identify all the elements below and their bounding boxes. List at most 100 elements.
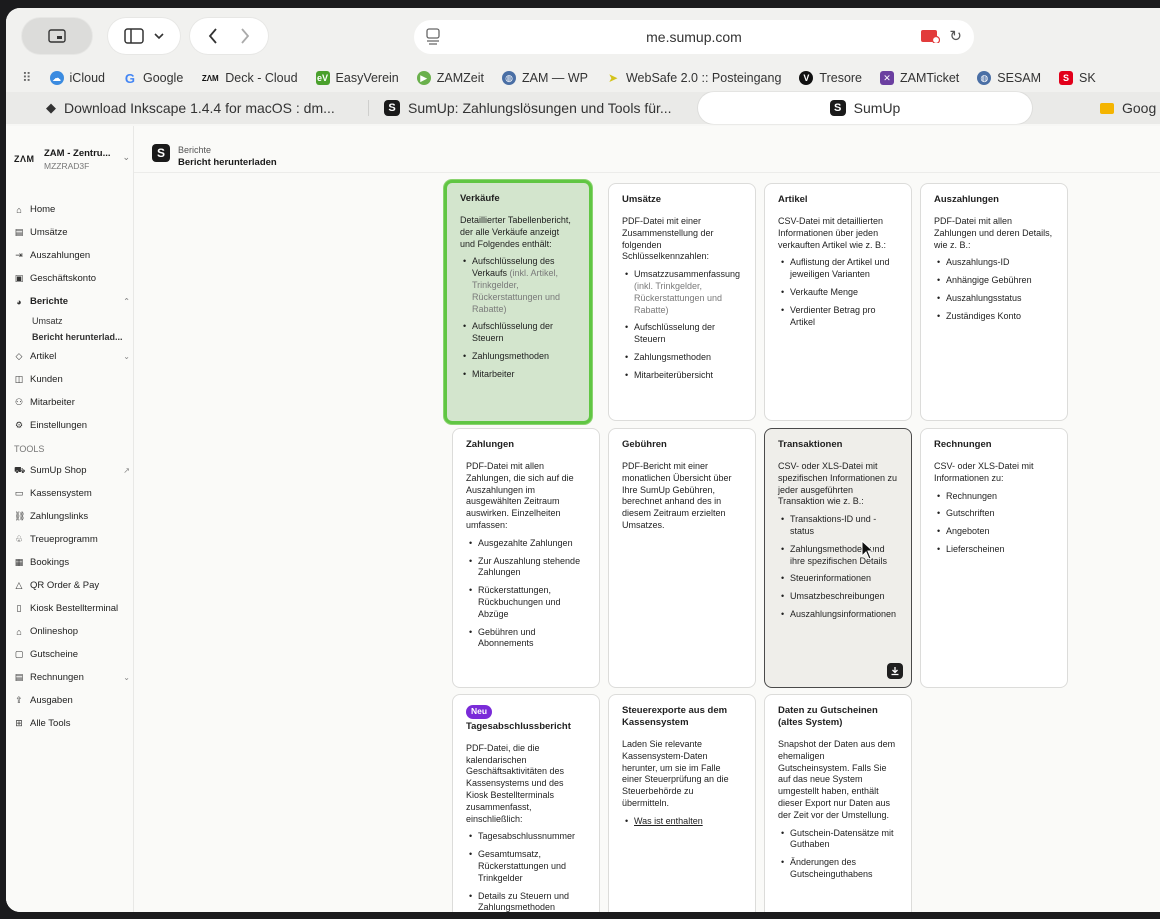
- ticket-icon: ✕: [880, 71, 895, 85]
- sidebar-subitem-bericht-herunterladen[interactable]: Bericht herunterlad...: [14, 329, 130, 345]
- reload-icon[interactable]: ↻: [949, 27, 962, 45]
- sidebar-item-sumup-shop[interactable]: ⛟ SumUp Shop ↗: [14, 459, 130, 482]
- sidebar-icon: [124, 28, 144, 44]
- expenses-icon: ⇪: [15, 695, 23, 705]
- tab-overview-button[interactable]: [22, 18, 92, 54]
- sumup-logo-icon: S: [829, 100, 846, 116]
- sidebar-item-umsaetze[interactable]: ▤ Umsätze: [14, 221, 130, 244]
- report-card-steuerexporte[interactable]: Steuerexporte aus dem Kassensystem Laden…: [608, 694, 756, 912]
- bookmark-tresore[interactable]: V Tresore: [799, 71, 862, 85]
- header-divider: [134, 172, 1160, 173]
- payout-icon: ⇥: [15, 250, 23, 260]
- loyalty-icon: ♧: [14, 534, 24, 544]
- bookmark-deck-cloud[interactable]: ZΛM Deck - Cloud: [201, 71, 298, 85]
- password-key-icon[interactable]: [920, 29, 940, 43]
- main-content: S Berichte Bericht herunterladen Verkäuf…: [134, 126, 1160, 912]
- sidebar-item-treueprogramm[interactable]: ♧ Treueprogramm: [14, 528, 130, 551]
- report-card-umsaetze[interactable]: Umsätze PDF-Datei mit einer Zusammenstel…: [608, 183, 756, 421]
- sidebar-item-alle-tools[interactable]: ⊞ Alle Tools: [14, 712, 130, 735]
- tab-google[interactable]: Goog: [1100, 92, 1160, 124]
- tab-inkscape[interactable]: ◆ Download Inkscape 1.4.4 for macOS : dm…: [46, 92, 356, 124]
- forward-arrow-icon[interactable]: [240, 28, 250, 44]
- sidebar-item-einstellungen[interactable]: ⚙ Einstellungen: [14, 414, 130, 437]
- zam-logo-icon: ZΛM: [201, 73, 219, 83]
- mouse-cursor-icon: [861, 540, 875, 560]
- report-card-transaktionen[interactable]: Transaktionen CSV- oder XLS-Datei mit sp…: [764, 428, 912, 688]
- sumup-logo-icon: S: [384, 100, 400, 116]
- history-nav: [190, 18, 268, 54]
- store-icon: ⌂: [16, 626, 22, 637]
- websafe-icon: ➤: [607, 71, 618, 85]
- sidebar-item-auszahlungen[interactable]: ⇥ Auszahlungen: [14, 244, 130, 267]
- sidebar-nav: ⌂ Home ▤ Umsätze ⇥ Auszahlungen ▣ Geschäftsk…: [14, 198, 130, 735]
- kiosk-icon: ▯: [16, 603, 22, 613]
- sidebar-item-ausgaben[interactable]: ⇪ Ausgaben: [14, 689, 130, 712]
- bookmark-zamzeit[interactable]: ▶ ZAMZeit: [416, 71, 484, 85]
- report-card-auszahlungen[interactable]: Auszahlungen PDF-Datei mit allen Zahlung…: [920, 183, 1068, 421]
- sidebar-item-geschaeftskonto[interactable]: ▣ Geschäftskonto: [14, 267, 130, 290]
- sidebar-toggle-button[interactable]: [108, 18, 180, 54]
- account-icon: ▣: [14, 273, 24, 283]
- org-logo: ZΛM: [14, 154, 35, 164]
- org-switcher[interactable]: ZΛM ZAM - Zentru... MZZRAD3F ⌄: [14, 142, 130, 176]
- tab-sumup-info[interactable]: S SumUp: Zahlungslösungen und Tools für.…: [384, 92, 690, 124]
- was-ist-enthalten-link[interactable]: Was ist enthalten: [634, 816, 703, 826]
- sidebar-item-berichte[interactable]: ◕ Berichte ⌃: [14, 290, 130, 313]
- sidebar-item-onlineshop[interactable]: ⌂ Onlineshop: [14, 620, 130, 643]
- qr-icon: △: [15, 580, 23, 590]
- pos-icon: ▭: [14, 488, 24, 498]
- bookmark-websafe[interactable]: ➤ WebSafe 2.0 :: Posteingang: [606, 71, 781, 85]
- address-bar[interactable]: me.sumup.com ↻: [414, 20, 974, 54]
- sidebar-item-kiosk[interactable]: ▯ Kiosk Bestellterminal: [14, 597, 130, 620]
- bookmark-google[interactable]: G Google: [123, 71, 183, 86]
- tab-sumup-active[interactable]: S SumUp: [698, 92, 1032, 124]
- sidebar-item-qr-order[interactable]: △ QR Order & Pay: [14, 574, 130, 597]
- url-text: me.sumup.com: [646, 29, 742, 45]
- sidebar-item-zahlungslinks[interactable]: ⛓ Zahlungslinks: [14, 505, 130, 528]
- sidebar-item-bookings[interactable]: ▦ Bookings: [14, 551, 130, 574]
- report-card-rechnungen[interactable]: Rechnungen CSV- oder XLS-Datei mit Infor…: [920, 428, 1068, 688]
- bookmark-easyverein[interactable]: eV EasyVerein: [315, 71, 399, 85]
- sidebar-item-gutscheine[interactable]: ▢ Gutscheine: [14, 643, 130, 666]
- sidebar-subitem-umsatz[interactable]: Umsatz: [14, 313, 130, 329]
- download-button[interactable]: [887, 663, 903, 679]
- sidebar-item-kassensystem[interactable]: ▭ Kassensystem: [14, 482, 130, 505]
- org-name: ZAM - Zentru...: [44, 148, 111, 159]
- cloud-icon: ☁: [49, 71, 64, 85]
- back-arrow-icon[interactable]: [208, 28, 218, 44]
- sumup-logo-icon: S: [152, 144, 170, 162]
- sidebar-item-mitarbeiter[interactable]: ⚇ Mitarbeiter: [14, 391, 130, 414]
- report-card-verkaeufe[interactable]: Verkäufe Detaillierter Tabellenbericht, …: [444, 180, 592, 424]
- new-badge: Neu: [466, 705, 493, 719]
- tab-separator: [368, 100, 369, 116]
- team-icon: ⚇: [14, 397, 24, 407]
- invoice-icon: ▤: [14, 672, 24, 682]
- breadcrumb-parent[interactable]: Berichte: [178, 145, 211, 155]
- sidebar-item-kunden[interactable]: ◫ Kunden: [14, 368, 130, 391]
- bookmarks-bar: ⠿ ☁ iCloud G Google ZΛM Deck - Cloud eV Easy…: [6, 64, 1160, 92]
- sparkasse-icon: S: [1059, 71, 1074, 85]
- bookmark-icloud[interactable]: ☁ iCloud: [49, 71, 105, 85]
- sidebar-item-rechnungen[interactable]: ▤ Rechnungen ⌄: [14, 666, 130, 689]
- customers-icon: ◫: [14, 374, 24, 384]
- report-card-artikel[interactable]: Artikel CSV-Datei mit detaillierten Info…: [764, 183, 912, 421]
- pie-chart-icon: ◕: [16, 296, 22, 307]
- chevron-up-icon: ⌃: [123, 297, 130, 306]
- bookmark-zam-wp[interactable]: ◍ ZAM — WP: [502, 71, 588, 85]
- bookmarks-grid-icon[interactable]: ⠿: [22, 70, 32, 86]
- vault-icon: V: [799, 71, 814, 85]
- report-card-tagesabschluss[interactable]: Neu Tagesabschlussbericht PDF-Datei, die…: [452, 694, 600, 912]
- sidebar-item-artikel[interactable]: ◇ Artikel ⌄: [14, 345, 130, 368]
- report-card-gebuehren[interactable]: Gebühren PDF-Bericht mit einer monatlich…: [608, 428, 756, 688]
- chevron-down-icon: ⌄: [123, 352, 130, 361]
- report-card-zahlungen[interactable]: Zahlungen PDF-Datei mit allen Zahlungen,…: [452, 428, 600, 688]
- report-card-gutscheine[interactable]: Daten zu Gutscheinen (altes System) Snap…: [764, 694, 912, 912]
- bookmark-sk[interactable]: S SK: [1059, 71, 1096, 85]
- page-title: Bericht herunterladen: [178, 157, 277, 168]
- bookmark-sesam[interactable]: ◍ SESAM: [977, 71, 1041, 85]
- sidebar-item-home[interactable]: ⌂ Home: [14, 198, 130, 221]
- tools-heading: TOOLS: [14, 444, 45, 454]
- play-icon: ▶: [416, 71, 431, 85]
- bookmark-zamticket[interactable]: ✕ ZAMTicket: [880, 71, 959, 85]
- external-link-icon: ↗: [123, 466, 130, 475]
